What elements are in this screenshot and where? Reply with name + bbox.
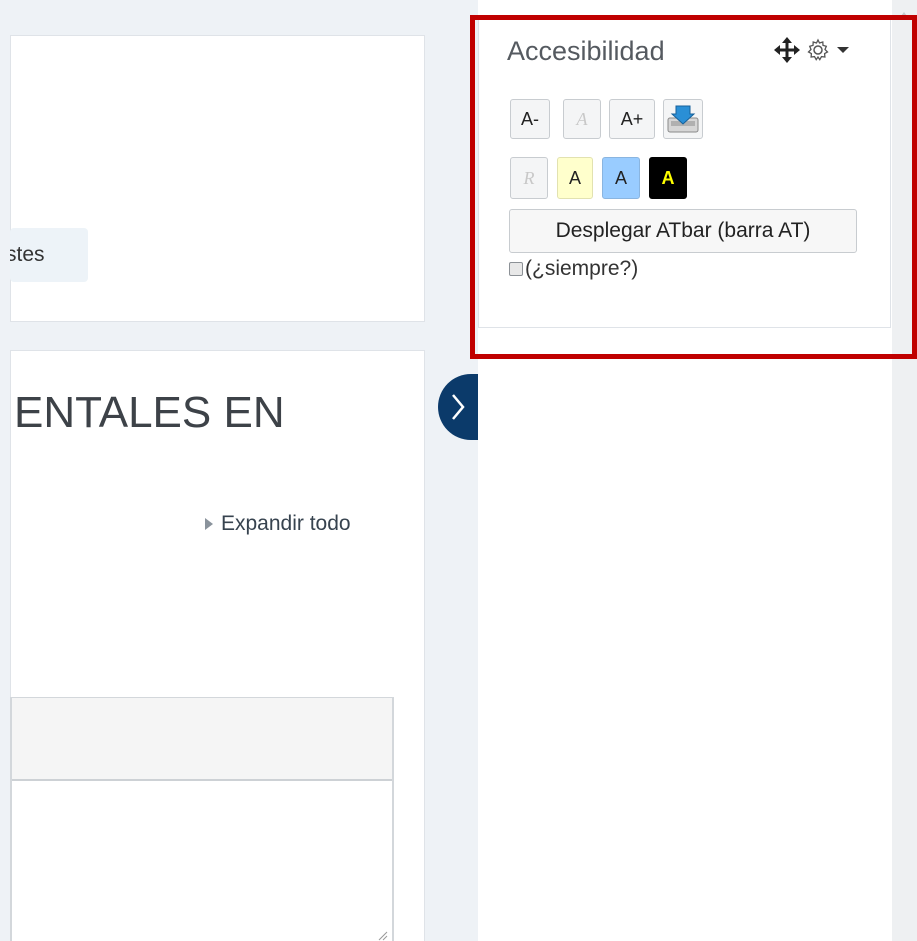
font-decrease-button[interactable]: A-	[510, 99, 550, 139]
drawer-toggle-button[interactable]	[438, 374, 478, 440]
block-title: Accesibilidad	[507, 36, 665, 66]
participants-button[interactable]: stes	[10, 228, 88, 282]
expand-all-link[interactable]: Expandir todo	[205, 512, 351, 536]
scrollbar[interactable]	[892, 0, 917, 941]
font-increase-button[interactable]: A+	[609, 99, 655, 139]
always-checkbox[interactable]	[509, 262, 523, 276]
course-title: ENTALES EN	[14, 388, 285, 437]
move-icon[interactable]	[774, 37, 800, 63]
color-reset-button[interactable]: R	[510, 157, 548, 199]
accessibility-block: Accesibilidad A- A A+ R A A A Desplegar …	[478, 18, 891, 328]
caret-right-icon	[205, 518, 213, 530]
scroll-up-icon[interactable]	[898, 12, 910, 20]
text-editor[interactable]	[10, 697, 394, 941]
atbar-button[interactable]: Desplegar ATbar (barra AT)	[509, 209, 857, 253]
save-icon	[667, 105, 699, 133]
caret-down-icon[interactable]	[836, 45, 850, 55]
color-blue-button[interactable]: A	[602, 157, 640, 199]
block-controls	[774, 37, 850, 63]
editor-toolbar	[12, 698, 392, 781]
participants-button-label: stes	[10, 243, 45, 266]
resize-grip-icon[interactable]	[376, 929, 388, 941]
gear-icon[interactable]	[806, 38, 830, 62]
always-option: (¿siempre?)	[509, 257, 638, 281]
expand-all-label: Expandir todo	[221, 512, 351, 535]
chevron-right-icon	[452, 394, 465, 420]
always-label: (¿siempre?)	[525, 257, 639, 280]
save-settings-button[interactable]	[663, 99, 703, 139]
color-yellow-button[interactable]: A	[557, 157, 593, 199]
color-black-button[interactable]: A	[649, 157, 687, 199]
font-reset-button[interactable]: A	[563, 99, 601, 139]
